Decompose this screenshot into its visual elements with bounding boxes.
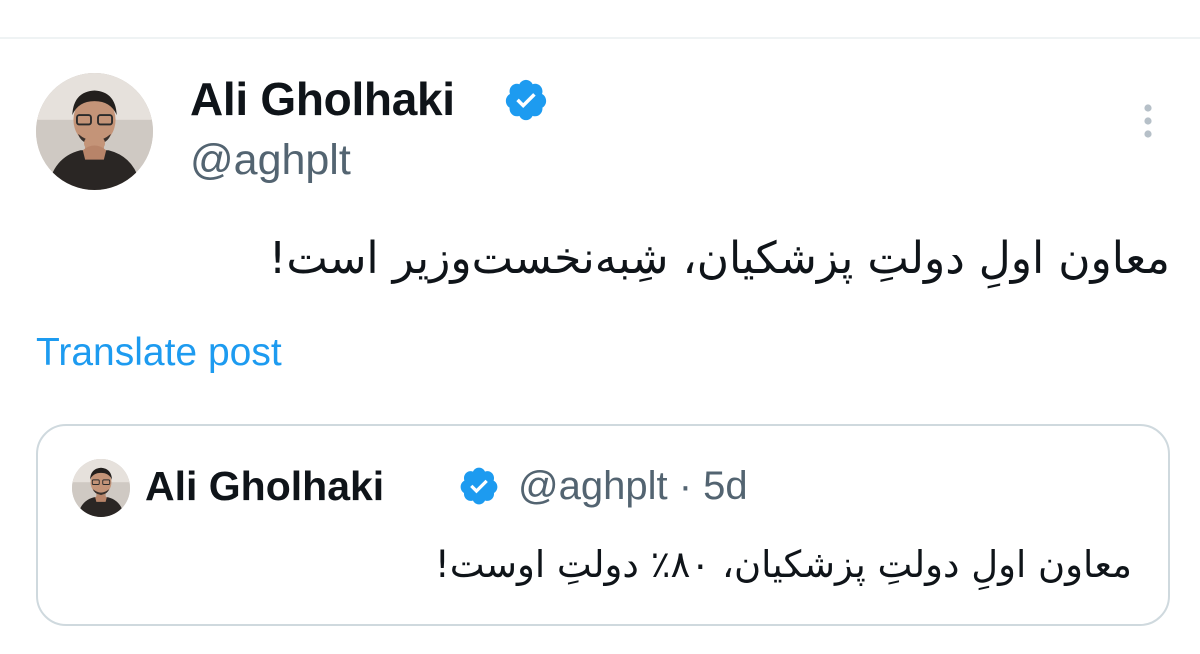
quoted-handle-and-age[interactable]: @aghplt · 5d: [518, 461, 748, 511]
top-divider: [0, 37, 1200, 39]
avatar-photo-icon: [72, 459, 130, 517]
avatar-photo-icon: [36, 73, 153, 190]
author-name[interactable]: Ali Gholhaki: [190, 70, 455, 128]
quoted-tweet-card[interactable]: [36, 424, 1170, 626]
translate-post-link[interactable]: Translate post: [36, 328, 282, 378]
verified-badge-icon: [505, 79, 547, 121]
quoted-author-avatar[interactable]: [72, 459, 130, 517]
tweet-text: معاون اولِ دولتِ پزشکیان، شِبه‌نخست‌وزیر…: [268, 233, 1170, 284]
verified-badge-icon: [460, 467, 498, 505]
quoted-tweet-text: معاون اولِ دولتِ پزشکیان، ۸۰٪ دولتِ اوست…: [434, 543, 1132, 586]
author-handle[interactable]: @aghplt: [190, 133, 351, 187]
more-vertical-icon: [1144, 104, 1152, 138]
author-avatar[interactable]: [36, 73, 153, 190]
more-options-button[interactable]: [1128, 96, 1168, 146]
quoted-author-name[interactable]: Ali Gholhaki: [145, 461, 384, 511]
